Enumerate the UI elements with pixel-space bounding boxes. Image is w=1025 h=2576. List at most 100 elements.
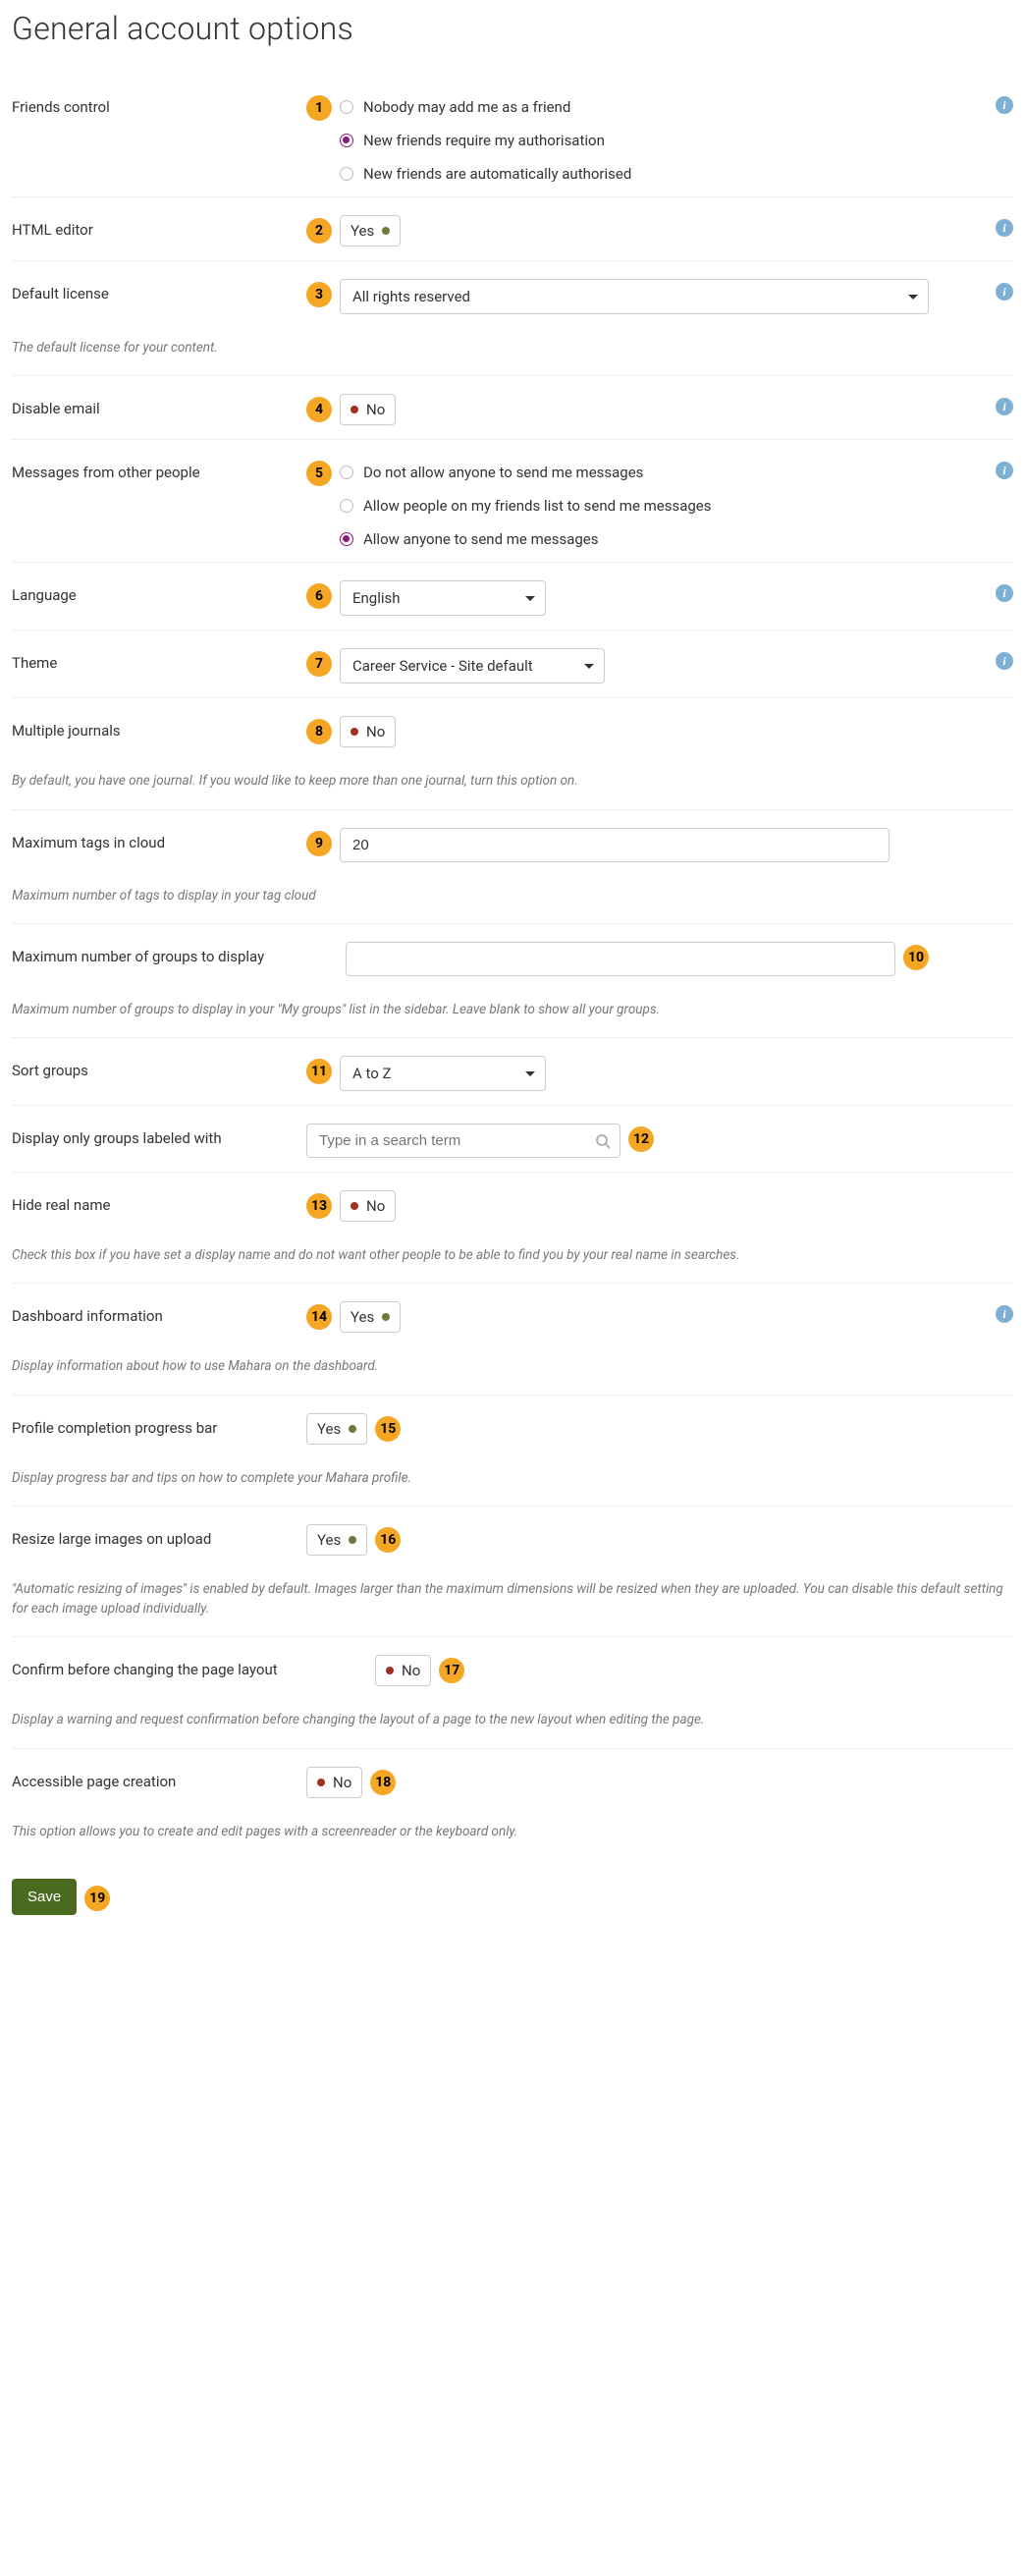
friends-option-2[interactable]: New friends are automatically authorised bbox=[340, 165, 631, 183]
badge-16: 16 bbox=[375, 1527, 401, 1553]
help-dashboard-info: Display information about how to use Mah… bbox=[12, 1346, 1013, 1395]
html-editor-toggle[interactable]: Yes bbox=[340, 215, 401, 247]
row-default-license: Default license 3 All rights reserved i bbox=[12, 261, 1013, 328]
row-dashboard-info: Dashboard information 14 Yes i bbox=[12, 1284, 1013, 1346]
dot-icon bbox=[351, 728, 358, 736]
select-value: All rights reserved bbox=[352, 288, 470, 305]
profile-progress-toggle[interactable]: Yes bbox=[306, 1413, 367, 1445]
badge-6: 6 bbox=[306, 583, 332, 609]
label-disable-email: Disable email bbox=[12, 394, 306, 417]
row-accessible-page: Accessible page creation No 18 bbox=[12, 1749, 1013, 1812]
badge-3: 3 bbox=[306, 282, 332, 307]
dot-icon bbox=[382, 227, 390, 235]
toggle-value: No bbox=[333, 1774, 351, 1791]
select-value: Career Service - Site default bbox=[352, 657, 533, 675]
messages-option-1[interactable]: Allow people on my friends list to send … bbox=[340, 497, 712, 515]
radio-label: New friends require my authorisation bbox=[363, 132, 605, 149]
label-resize-images: Resize large images on upload bbox=[12, 1524, 306, 1548]
badge-12: 12 bbox=[628, 1126, 654, 1152]
sort-groups-select[interactable]: A to Z bbox=[340, 1056, 546, 1091]
row-html-editor: HTML editor 2 Yes i bbox=[12, 197, 1013, 261]
messages-option-0[interactable]: Do not allow anyone to send me messages bbox=[340, 464, 712, 481]
multiple-journals-toggle[interactable]: No bbox=[340, 716, 396, 747]
help-hide-real-name: Check this box if you have set a display… bbox=[12, 1235, 1013, 1284]
dot-icon bbox=[382, 1313, 390, 1321]
group-label-search-input[interactable] bbox=[306, 1124, 620, 1158]
toggle-value: Yes bbox=[317, 1420, 341, 1438]
row-friends-control: Friends control 1 Nobody may add me as a… bbox=[12, 75, 1013, 197]
toggle-value: Yes bbox=[351, 1308, 374, 1326]
max-groups-input[interactable] bbox=[346, 942, 895, 976]
max-tags-input[interactable] bbox=[340, 828, 890, 862]
row-resize-images: Resize large images on upload Yes 16 bbox=[12, 1507, 1013, 1569]
language-select[interactable]: English bbox=[340, 580, 546, 616]
row-max-groups: Maximum number of groups to display 10 bbox=[12, 924, 1013, 990]
badge-18: 18 bbox=[370, 1770, 396, 1795]
badge-9: 9 bbox=[306, 831, 332, 856]
toggle-value: No bbox=[366, 401, 385, 418]
theme-select[interactable]: Career Service - Site default bbox=[340, 648, 605, 684]
dot-icon bbox=[386, 1667, 394, 1674]
label-messages: Messages from other people bbox=[12, 458, 306, 481]
row-display-groups-labeled: Display only groups labeled with 12 bbox=[12, 1106, 1013, 1173]
radio-label: New friends are automatically authorised bbox=[363, 165, 631, 183]
row-messages: Messages from other people 5 Do not allo… bbox=[12, 440, 1013, 563]
select-value: English bbox=[352, 589, 401, 607]
label-language: Language bbox=[12, 580, 306, 604]
info-icon[interactable]: i bbox=[996, 219, 1013, 237]
disable-email-toggle[interactable]: No bbox=[340, 394, 396, 425]
save-button[interactable]: Save bbox=[12, 1879, 77, 1915]
badge-13: 13 bbox=[306, 1193, 332, 1219]
label-multiple-journals: Multiple journals bbox=[12, 716, 306, 740]
dot-icon bbox=[351, 406, 358, 413]
badge-7: 7 bbox=[306, 651, 332, 677]
toggle-value: Yes bbox=[351, 222, 374, 240]
friends-option-1[interactable]: New friends require my authorisation bbox=[340, 132, 631, 149]
badge-11: 11 bbox=[306, 1059, 332, 1084]
toggle-value: No bbox=[366, 723, 385, 740]
dot-icon bbox=[351, 1202, 358, 1210]
row-profile-progress: Profile completion progress bar Yes 15 bbox=[12, 1396, 1013, 1458]
label-accessible-page: Accessible page creation bbox=[12, 1767, 306, 1790]
select-value: A to Z bbox=[352, 1065, 392, 1082]
confirm-layout-toggle[interactable]: No bbox=[375, 1655, 431, 1686]
info-icon[interactable]: i bbox=[996, 96, 1013, 114]
hide-real-name-toggle[interactable]: No bbox=[340, 1190, 396, 1222]
label-html-editor: HTML editor bbox=[12, 215, 306, 239]
row-theme: Theme 7 Career Service - Site default i bbox=[12, 630, 1013, 698]
info-icon[interactable]: i bbox=[996, 283, 1013, 301]
label-confirm-layout: Confirm before changing the page layout bbox=[12, 1655, 375, 1678]
badge-17: 17 bbox=[439, 1658, 464, 1683]
radio-label: Nobody may add me as a friend bbox=[363, 98, 570, 116]
toggle-value: Yes bbox=[317, 1531, 341, 1549]
resize-images-toggle[interactable]: Yes bbox=[306, 1524, 367, 1556]
label-friends-control: Friends control bbox=[12, 92, 306, 116]
messages-option-2[interactable]: Allow anyone to send me messages bbox=[340, 530, 712, 548]
friends-option-0[interactable]: Nobody may add me as a friend bbox=[340, 98, 631, 116]
help-multiple-journals: By default, you have one journal. If you… bbox=[12, 761, 1013, 809]
search-icon bbox=[595, 1133, 611, 1149]
radio-icon bbox=[340, 167, 353, 181]
label-dashboard-info: Dashboard information bbox=[12, 1301, 306, 1325]
label-display-groups-labeled: Display only groups labeled with bbox=[12, 1124, 306, 1147]
friends-radio-group: Nobody may add me as a friend New friend… bbox=[340, 92, 631, 183]
label-theme: Theme bbox=[12, 648, 306, 672]
radio-icon bbox=[340, 100, 353, 114]
help-profile-progress: Display progress bar and tips on how to … bbox=[12, 1458, 1013, 1507]
save-row: Save 19 bbox=[12, 1879, 1013, 1915]
default-license-select[interactable]: All rights reserved bbox=[340, 279, 929, 314]
dot-icon bbox=[349, 1536, 356, 1544]
radio-icon bbox=[340, 499, 353, 513]
label-sort-groups: Sort groups bbox=[12, 1056, 306, 1079]
toggle-value: No bbox=[366, 1197, 385, 1215]
help-confirm-layout: Display a warning and request confirmati… bbox=[12, 1700, 1013, 1748]
dashboard-info-toggle[interactable]: Yes bbox=[340, 1301, 401, 1333]
accessible-page-toggle[interactable]: No bbox=[306, 1767, 362, 1798]
radio-icon bbox=[340, 532, 353, 546]
row-disable-email: Disable email 4 No i bbox=[12, 376, 1013, 440]
badge-10: 10 bbox=[903, 945, 929, 970]
radio-icon bbox=[340, 466, 353, 479]
help-max-tags: Maximum number of tags to display in you… bbox=[12, 876, 1013, 924]
messages-radio-group: Do not allow anyone to send me messages … bbox=[340, 458, 712, 548]
row-language: Language 6 English i bbox=[12, 563, 1013, 630]
